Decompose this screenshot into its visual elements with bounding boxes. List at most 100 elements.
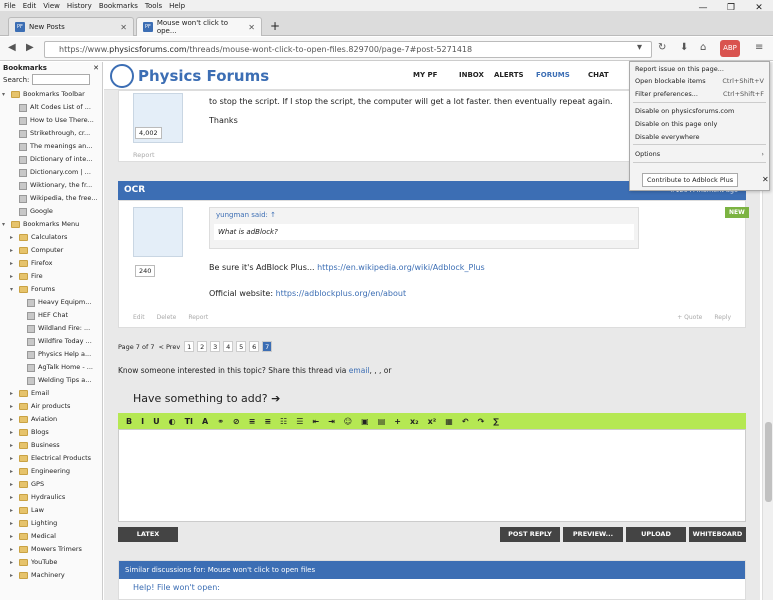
download-icon[interactable]: ⬇ <box>680 42 688 53</box>
menu-file[interactable]: File <box>4 2 16 10</box>
nav-my-pf[interactable]: MY PF <box>413 71 437 79</box>
reply-link[interactable]: Reply <box>714 314 731 321</box>
editor-tool-icon[interactable]: ▣ <box>361 417 369 426</box>
report-link[interactable]: Report <box>188 314 208 321</box>
editor-tool-icon[interactable]: ☰ <box>296 417 303 426</box>
prev-link[interactable]: < Prev <box>158 343 180 351</box>
reload-icon[interactable]: ↻ <box>658 42 666 53</box>
bookmark-item[interactable]: Welding Tips a... <box>2 374 102 387</box>
menu-item-disable-everywhere[interactable]: Disable everywhere <box>635 132 764 142</box>
close-icon[interactable]: ✕ <box>93 64 99 72</box>
bookmark-item[interactable]: Dictionary of inte... <box>2 153 102 166</box>
latex-button[interactable]: LATEX <box>118 527 178 542</box>
bookmark-item[interactable]: AgTalk Home - ... <box>2 361 102 374</box>
bookmark-item[interactable]: ▸ Email <box>2 387 102 400</box>
bookmark-item[interactable]: ▾ Bookmarks Menu <box>2 218 102 231</box>
bookmark-item[interactable]: ▸ Mowers Trimers <box>2 543 102 556</box>
editor-tool-icon[interactable]: x₂ <box>410 417 419 426</box>
search-input[interactable] <box>32 74 91 85</box>
bookmark-item[interactable]: Physics Help a... <box>2 348 102 361</box>
scrollbar-thumb[interactable] <box>765 422 772 502</box>
back-icon[interactable]: ◀ <box>8 42 16 53</box>
contribute-button[interactable]: Contribute to Adblock Plus <box>642 173 739 187</box>
editor-tool-icon[interactable]: ☺ <box>344 417 352 426</box>
forward-icon[interactable]: ▶ <box>26 42 34 53</box>
bookmark-item[interactable]: Wildland Fire: ... <box>2 322 102 335</box>
editor-tool-icon[interactable]: B <box>126 417 132 426</box>
bookmark-item[interactable]: ▸ Aviation <box>2 413 102 426</box>
editor-tool-icon[interactable]: ⊘ <box>233 417 240 426</box>
report-link[interactable]: Report <box>133 151 155 159</box>
new-tab-icon[interactable]: + <box>270 19 280 33</box>
page-link[interactable]: 7 <box>262 341 273 352</box>
bookmark-item[interactable]: ▾ Forums <box>2 283 102 296</box>
wikipedia-link[interactable]: https://en.wikipedia.org/wiki/Adblock_Pl… <box>317 263 485 272</box>
menu-item-blockable[interactable]: Open blockable items Ctrl+Shift+V <box>635 76 764 86</box>
bookmark-item[interactable]: ▸ Lighting <box>2 517 102 530</box>
similar-first-link[interactable]: Help! File won't open: <box>119 579 745 596</box>
bookmark-item[interactable]: ▸ Blogs <box>2 426 102 439</box>
close-icon[interactable]: ✕ <box>120 23 127 32</box>
tab-new-posts[interactable]: PF New Posts ✕ <box>8 17 134 36</box>
editor-tool-icon[interactable]: x² <box>428 417 437 426</box>
bookmark-item[interactable]: ▸ Fire <box>2 270 102 283</box>
quote-author[interactable]: yungman said: ↑ <box>210 208 638 222</box>
menu-bookmarks[interactable]: Bookmarks <box>99 2 138 10</box>
editor-tool-icon[interactable]: U <box>153 417 160 426</box>
editor-tool-icon[interactable]: ↷ <box>478 417 485 426</box>
menu-item-filter-prefs[interactable]: Filter preferences... Ctrl+Shift+F <box>635 89 764 99</box>
page-link[interactable]: 6 <box>249 341 260 352</box>
bookmark-item[interactable]: Wildfire Today ... <box>2 335 102 348</box>
bookmark-item[interactable]: ▸ Engineering <box>2 465 102 478</box>
editor-tool-icon[interactable]: ⇤ <box>312 417 319 426</box>
menu-edit[interactable]: Edit <box>23 2 37 10</box>
upload-button[interactable]: UPLOAD <box>626 527 686 542</box>
page-link[interactable]: 2 <box>197 341 208 352</box>
editor-tool-icon[interactable]: ▤ <box>378 417 386 426</box>
page-link[interactable]: 1 <box>184 341 195 352</box>
url-bar[interactable]: https://www.physicsforums.com/threads/mo… <box>44 41 652 58</box>
editor-tool-icon[interactable]: ☷ <box>280 417 287 426</box>
page-link[interactable]: 3 <box>210 341 221 352</box>
bookmark-item[interactable]: The meanings an... <box>2 140 102 153</box>
whiteboard-button[interactable]: WHITEBOARD <box>689 527 746 542</box>
menu-tools[interactable]: Tools <box>145 2 162 10</box>
dropdown-icon[interactable]: ▾ <box>637 42 642 53</box>
menu-item-report-issue[interactable]: Report issue on this page... <box>635 64 764 74</box>
menu-item-disable-page[interactable]: Disable on this page only <box>635 119 764 129</box>
page-link[interactable]: 4 <box>223 341 234 352</box>
nav-forums[interactable]: FORUMS <box>536 71 570 79</box>
menu-help[interactable]: Help <box>169 2 185 10</box>
author-name[interactable]: OCR <box>124 185 145 195</box>
menu-item-disable-site[interactable]: Disable on physicsforums.com <box>635 106 764 116</box>
editor-tool-icon[interactable]: ∑ <box>493 417 499 426</box>
bookmark-item[interactable]: ▸ Law <box>2 504 102 517</box>
bookmark-item[interactable]: ▸ Business <box>2 439 102 452</box>
bookmark-item[interactable]: Google <box>2 205 102 218</box>
page-link[interactable]: 5 <box>236 341 247 352</box>
preview-button[interactable]: PREVIEW... <box>563 527 623 542</box>
editor-tool-icon[interactable]: ◐ <box>169 417 176 426</box>
editor-tool-icon[interactable]: ⚭ <box>217 417 224 426</box>
bookmark-item[interactable]: Strikethrough, cr... <box>2 127 102 140</box>
nav-inbox[interactable]: INBOX <box>459 71 484 79</box>
bookmark-item[interactable]: Heavy Equipm... <box>2 296 102 309</box>
edit-link[interactable]: Edit <box>133 314 145 321</box>
close-icon[interactable]: ✕ <box>248 23 255 32</box>
bookmark-item[interactable]: ▸ YouTube <box>2 556 102 569</box>
reply-textarea[interactable] <box>118 429 746 522</box>
menu-item-options[interactable]: Options › <box>635 149 764 159</box>
menu-view[interactable]: View <box>43 2 60 10</box>
home-icon[interactable]: ⌂ <box>700 42 706 53</box>
close-icon[interactable]: ✕ <box>762 175 769 184</box>
bookmark-item[interactable]: ▸ Calculators <box>2 231 102 244</box>
nav-chat[interactable]: CHAT <box>588 71 609 79</box>
bookmark-item[interactable]: ▸ Firefox <box>2 257 102 270</box>
delete-link[interactable]: Delete <box>157 314 177 321</box>
share-email-link[interactable]: email <box>349 366 370 375</box>
bookmark-item[interactable]: ▾ Bookmarks Toolbar <box>2 88 102 101</box>
bookmark-item[interactable]: ▸ Hydraulics <box>2 491 102 504</box>
post-reply-button[interactable]: POST REPLY <box>500 527 560 542</box>
site-logo[interactable]: Physics Forums <box>110 64 269 88</box>
editor-tool-icon[interactable]: TI <box>185 417 193 426</box>
